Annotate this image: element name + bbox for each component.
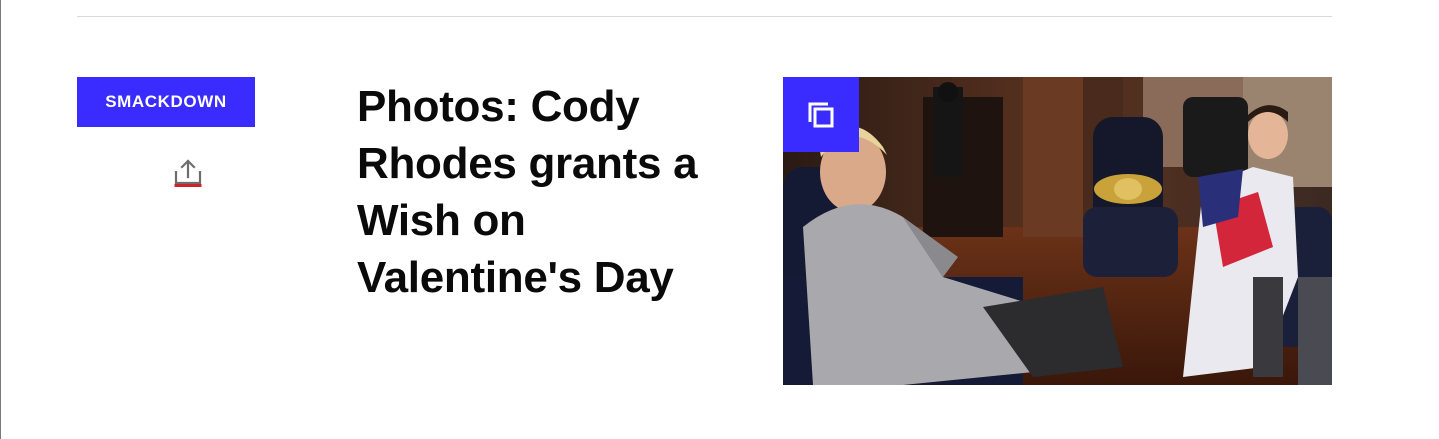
photo-illustration	[783, 77, 1332, 385]
article-card: SMACKDOWN Photos: Cody Rhodes grants a W…	[0, 0, 1439, 439]
share-upload-icon	[174, 159, 202, 187]
article-headline[interactable]: Photos: Cody Rhodes grants a Wish on Val…	[357, 78, 747, 306]
gallery-stack-icon	[808, 102, 834, 127]
divider	[77, 16, 1332, 17]
gallery-badge[interactable]	[783, 77, 859, 152]
article-photo[interactable]	[783, 77, 1332, 385]
category-tag-smackdown[interactable]: SMACKDOWN	[77, 77, 255, 127]
share-button[interactable]	[171, 156, 205, 190]
